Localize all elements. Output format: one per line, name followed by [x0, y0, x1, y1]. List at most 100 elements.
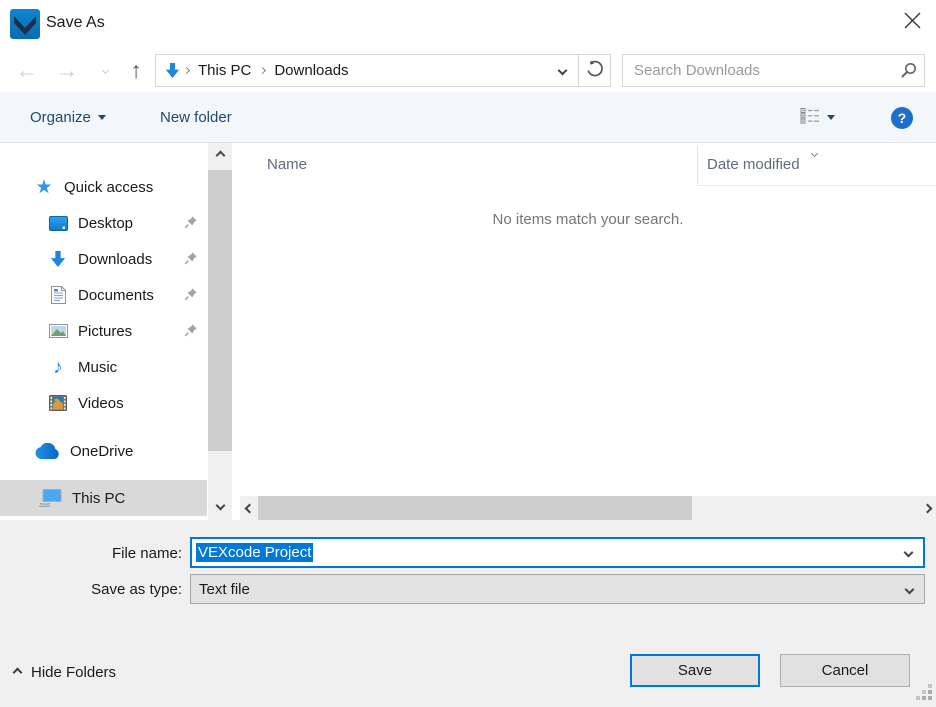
music-note-icon: ♪	[47, 358, 69, 377]
scroll-down-button[interactable]	[208, 495, 232, 515]
help-button[interactable]: ?	[891, 107, 913, 129]
sidebar-item-label: Quick access	[64, 179, 153, 196]
scroll-up-button[interactable]	[208, 145, 232, 165]
sidebar-item-onedrive[interactable]: OneDrive	[0, 433, 207, 469]
sidebar-item-this-pc[interactable]: This PC	[0, 480, 207, 516]
refresh-button[interactable]	[578, 54, 611, 87]
sidebar-scrollbar[interactable]	[208, 143, 232, 520]
column-separator[interactable]	[697, 145, 698, 185]
navigation-pane: ★ Quick access Desktop	[0, 143, 207, 520]
file-name-input[interactable]: VEXcode Project	[190, 537, 925, 568]
organize-label: Organize	[30, 109, 91, 126]
new-folder-button[interactable]: New folder	[160, 92, 232, 142]
window-title: Save As	[46, 14, 105, 32]
chevron-down-icon[interactable]	[904, 548, 914, 558]
change-view-button[interactable]	[800, 92, 835, 142]
chevron-down-icon	[811, 150, 818, 157]
sidebar-item-music[interactable]: ♪ Music	[0, 349, 207, 385]
question-mark-icon: ?	[898, 110, 907, 126]
chevron-down-icon	[905, 585, 915, 595]
chevron-up-icon	[215, 150, 225, 160]
sort-filter-button[interactable]	[812, 143, 817, 160]
sidebar-item-label: This PC	[72, 490, 125, 507]
back-button[interactable]: ←	[12, 52, 42, 88]
column-header-date-modified[interactable]: Date modified	[707, 156, 800, 173]
vexcode-logo-icon	[10, 9, 40, 39]
documents-icon	[47, 286, 69, 304]
close-icon	[904, 12, 921, 33]
scrollbar-thumb[interactable]	[258, 496, 692, 520]
close-button[interactable]	[894, 5, 930, 39]
bottom-panel: File name: VEXcode Project Save as type:…	[0, 520, 936, 707]
forward-button[interactable]: →	[52, 52, 82, 88]
organize-button[interactable]: Organize	[30, 92, 106, 142]
chevron-right-icon	[922, 503, 932, 513]
cancel-button-label: Cancel	[822, 662, 869, 679]
dropdown-triangle-icon	[98, 115, 106, 120]
recent-locations-button[interactable]	[96, 52, 114, 88]
file-name-label: File name:	[0, 545, 182, 562]
chevron-down-icon	[558, 66, 568, 76]
save-button-label: Save	[678, 662, 712, 679]
details-view-icon	[800, 107, 820, 128]
scroll-left-button[interactable]	[240, 496, 258, 520]
sidebar-item-label: Documents	[78, 287, 154, 304]
sidebar-item-label: OneDrive	[70, 443, 133, 460]
sidebar-item-label: Videos	[78, 395, 124, 412]
search-icon[interactable]	[892, 62, 924, 79]
pictures-icon	[47, 324, 69, 338]
sidebar-item-downloads[interactable]: Downloads	[0, 241, 207, 277]
dropdown-triangle-icon	[827, 115, 835, 120]
hide-folders-label: Hide Folders	[31, 664, 116, 681]
onedrive-cloud-icon	[33, 443, 61, 460]
resize-grip-icon[interactable]	[916, 684, 933, 705]
new-folder-label: New folder	[160, 109, 232, 126]
pin-icon	[184, 323, 198, 341]
this-pc-icon	[37, 489, 63, 507]
scrollbar-thumb[interactable]	[208, 170, 232, 451]
pin-icon	[184, 287, 198, 305]
sidebar-item-desktop[interactable]: Desktop	[0, 205, 207, 241]
sidebar-item-quick-access[interactable]: ★ Quick access	[0, 169, 207, 205]
sidebar-item-documents[interactable]: Documents	[0, 277, 207, 313]
save-as-type-value: Text file	[199, 581, 250, 598]
sidebar-item-label: Desktop	[78, 215, 133, 232]
sidebar-item-pictures[interactable]: Pictures	[0, 313, 207, 349]
arrow-right-icon: →	[56, 59, 79, 82]
save-as-type-select[interactable]: Text file	[190, 574, 925, 604]
location-icon	[156, 55, 184, 86]
empty-results-message: No items match your search.	[240, 211, 936, 228]
chevron-up-icon	[13, 668, 23, 678]
sidebar-item-label: Pictures	[78, 323, 132, 340]
chevron-left-icon	[244, 503, 254, 513]
cancel-button[interactable]: Cancel	[780, 654, 910, 687]
search-input[interactable]	[623, 55, 892, 86]
arrow-up-icon: ↑	[130, 59, 142, 82]
downloads-icon	[47, 250, 69, 268]
sidebar-item-label: Music	[78, 359, 117, 376]
chevron-down-icon	[215, 500, 225, 510]
save-as-dialog: Save As ← → ↑ This PC Downloads	[0, 0, 936, 707]
refresh-icon	[586, 60, 604, 82]
quick-access-star-icon: ★	[33, 178, 55, 197]
hide-folders-button[interactable]: Hide Folders	[14, 664, 116, 681]
file-list-pane: Name Date modified No items match your s…	[240, 143, 936, 520]
scroll-right-button[interactable]	[918, 496, 936, 520]
sidebar-item-videos[interactable]: Videos	[0, 385, 207, 421]
arrow-left-icon: ←	[16, 59, 39, 82]
up-button[interactable]: ↑	[121, 52, 151, 88]
breadcrumb-this-pc[interactable]: This PC	[189, 55, 260, 86]
file-name-value: VEXcode Project	[196, 543, 313, 562]
address-bar[interactable]: This PC Downloads	[155, 54, 579, 87]
pin-icon	[184, 251, 198, 269]
column-header-name[interactable]: Name	[267, 156, 307, 173]
column-underline	[697, 185, 936, 186]
horizontal-scrollbar[interactable]	[240, 496, 936, 520]
breadcrumb-downloads[interactable]: Downloads	[265, 55, 357, 86]
address-dropdown-button[interactable]	[550, 55, 578, 86]
save-button[interactable]: Save	[630, 654, 760, 687]
desktop-icon	[47, 216, 69, 231]
chevron-down-icon	[101, 66, 108, 73]
command-toolbar: Organize New folder	[0, 92, 936, 143]
save-as-type-label: Save as type:	[0, 581, 182, 598]
